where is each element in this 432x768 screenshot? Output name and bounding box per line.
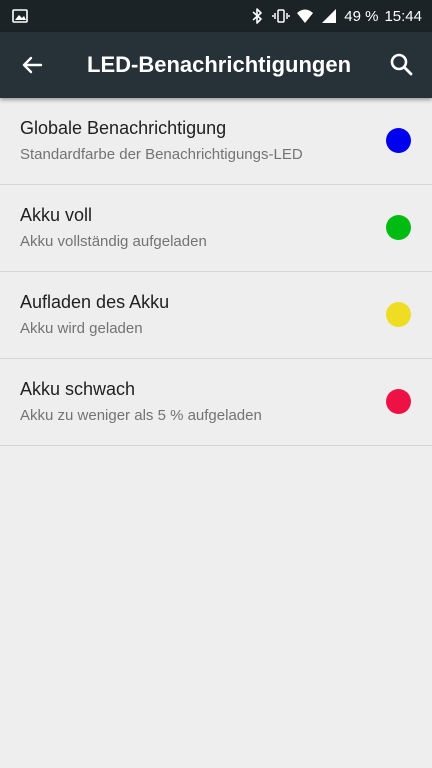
item-subtitle: Akku wird geladen	[20, 320, 143, 337]
back-button[interactable]	[16, 49, 48, 81]
page-title: LED-Benachrichtigungen	[87, 52, 352, 77]
item-title: Aufladen des Akku	[20, 292, 170, 312]
item-subtitle: Standardfarbe der Benachrichtigungs-LED	[20, 146, 303, 163]
led-color-swatch[interactable]	[386, 215, 411, 240]
led-color-swatch[interactable]	[386, 128, 411, 153]
vibrate-icon	[272, 7, 290, 25]
led-color-swatch[interactable]	[386, 302, 411, 327]
arrow-left-icon	[22, 56, 43, 74]
bluetooth-icon	[248, 7, 266, 25]
battery-percent: 49 %	[344, 7, 379, 25]
led-color-swatch[interactable]	[386, 389, 411, 414]
app-bar: LED-Benachrichtigungen	[0, 32, 432, 98]
item-title: Akku voll	[20, 205, 93, 225]
item-subtitle: Akku zu weniger als 5 % aufgeladen	[20, 407, 262, 424]
list-item-global-notification[interactable]: Globale Benachrichtigung Standardfarbe d…	[0, 98, 432, 185]
item-title: Globale Benachrichtigung	[20, 118, 227, 138]
image-icon	[12, 8, 28, 24]
wifi-icon	[296, 7, 314, 25]
item-title: Akku schwach	[20, 379, 136, 399]
clock: 15:44	[384, 7, 422, 25]
signal-icon	[320, 7, 338, 25]
search-button[interactable]	[386, 49, 418, 81]
list-item-battery-low[interactable]: Akku schwach Akku zu weniger als 5 % auf…	[0, 359, 432, 446]
list-item-battery-full[interactable]: Akku voll Akku vollständig aufgeladen	[0, 185, 432, 272]
led-settings-list: Globale Benachrichtigung Standardfarbe d…	[0, 98, 432, 446]
status-icons: 49 % 15:44	[248, 0, 422, 32]
item-subtitle: Akku vollständig aufgeladen	[20, 233, 207, 250]
list-item-battery-charging[interactable]: Aufladen des Akku Akku wird geladen	[0, 272, 432, 359]
search-icon	[390, 53, 413, 76]
status-bar: 49 % 15:44	[0, 0, 432, 32]
